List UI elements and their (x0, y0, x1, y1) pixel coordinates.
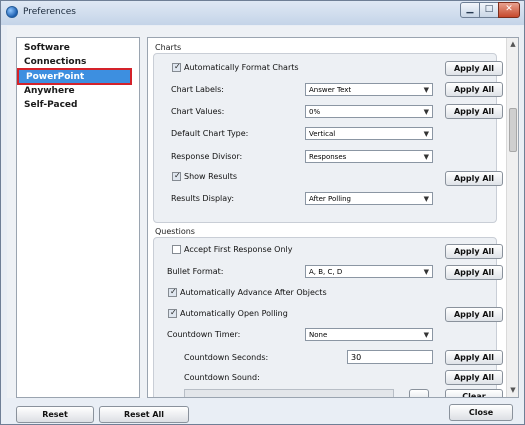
close-button[interactable]: Close (449, 404, 513, 421)
default-chart-type-value: Vertical (309, 130, 336, 138)
auto-open-checkbox[interactable] (168, 308, 177, 318)
reset-powerpoint-button[interactable]: Reset PowerPoint (16, 406, 94, 423)
response-divisor-label: Response Divisor: (171, 152, 243, 161)
bullet-format-select[interactable]: A, B, C, D ▼ (305, 265, 433, 278)
countdown-seconds-label: Countdown Seconds: (184, 353, 269, 362)
auto-format-label: Automatically Format Charts (184, 63, 299, 72)
results-display-label: Results Display: (171, 194, 235, 203)
chart-labels-value: Answer Text (309, 86, 352, 94)
results-display-select[interactable]: After Polling ▼ (305, 192, 433, 205)
chart-values-value: 0% (309, 108, 321, 116)
scroll-thumb[interactable] (509, 108, 517, 152)
apply-all-countdown-seconds-button[interactable]: Apply All (445, 350, 503, 365)
countdown-seconds-value: 30 (351, 353, 362, 362)
default-chart-type-select[interactable]: Vertical ▼ (305, 127, 433, 140)
countdown-timer-select[interactable]: None ▼ (305, 328, 433, 341)
window-title: Preferences (23, 7, 76, 17)
countdown-seconds-input[interactable]: 30 (347, 350, 433, 364)
scroll-up-icon[interactable]: ▲ (507, 38, 518, 50)
nav-item-self-paced[interactable]: Self-Paced (24, 100, 77, 110)
auto-format-checkbox[interactable] (172, 62, 181, 72)
accept-first-label: Accept First Response Only (184, 245, 293, 254)
apply-all-chart-labels-button[interactable]: Apply All (445, 82, 503, 97)
countdown-sound-label: Countdown Sound: (184, 373, 260, 382)
auto-open-label: Automatically Open Polling (180, 309, 288, 318)
apply-all-auto-open-button[interactable]: Apply All (445, 307, 503, 322)
questions-group: Accept First Response Only Apply All Bul… (153, 237, 503, 397)
chevron-down-icon: ▼ (423, 153, 429, 161)
response-divisor-select[interactable]: Responses ▼ (305, 150, 433, 163)
title-bar[interactable]: Preferences ▁ □ ✕ (1, 1, 524, 25)
close-window-button[interactable]: ✕ (498, 2, 520, 18)
chevron-down-icon: ▼ (423, 130, 429, 138)
show-results-checkbox[interactable] (172, 171, 181, 181)
charts-group: Automatically Format Charts Apply All Ch… (153, 53, 503, 223)
questions-section-title: Questions (155, 227, 195, 236)
apply-all-accept-first-button[interactable]: Apply All (445, 244, 503, 259)
auto-advance-label: Automatically Advance After Objects (180, 288, 327, 297)
app-globe-icon (6, 6, 18, 18)
accept-first-checkbox[interactable] (172, 245, 181, 254)
clear-sound-button[interactable]: Clear (445, 389, 503, 397)
nav-item-connections[interactable]: Connections (24, 57, 86, 67)
chart-values-select[interactable]: 0% ▼ (305, 105, 433, 118)
chart-labels-label: Chart Labels: (171, 85, 224, 94)
bullet-format-value: A, B, C, D (309, 268, 343, 276)
results-display-value: After Polling (309, 195, 352, 203)
countdown-timer-label: Countdown Timer: (167, 330, 241, 339)
bullet-format-label: Bullet Format: (167, 267, 224, 276)
settings-panel: Charts Automatically Format Charts Apply… (147, 37, 519, 398)
response-divisor-value: Responses (309, 153, 347, 161)
sound-file-field[interactable] (184, 389, 394, 397)
nav-item-software[interactable]: Software (24, 43, 70, 53)
nav-item-anywhere[interactable]: Anywhere (24, 86, 75, 96)
chevron-down-icon: ▼ (423, 195, 429, 203)
category-list: Software Connections PowerPoint Anywhere… (16, 37, 140, 398)
chevron-down-icon: ▼ (423, 86, 429, 94)
chevron-down-icon: ▼ (423, 268, 429, 276)
vertical-scrollbar[interactable]: ▲ ▼ (506, 38, 518, 397)
countdown-timer-value: None (309, 331, 328, 339)
show-results-label: Show Results (184, 172, 238, 181)
dialog-body: Software Connections PowerPoint Anywhere… (7, 26, 520, 398)
apply-all-show-results-button[interactable]: Apply All (445, 171, 503, 186)
reset-all-button[interactable]: Reset All (99, 406, 189, 423)
scroll-down-icon[interactable]: ▼ (507, 384, 518, 396)
apply-all-countdown-sound-button[interactable]: Apply All (445, 370, 503, 385)
apply-all-bullet-format-button[interactable]: Apply All (445, 265, 503, 280)
nav-item-powerpoint[interactable]: PowerPoint (17, 68, 132, 85)
minimize-button[interactable]: ▁ (460, 2, 480, 18)
auto-advance-checkbox[interactable] (168, 287, 177, 297)
chart-values-label: Chart Values: (171, 107, 225, 116)
charts-section-title: Charts (155, 43, 182, 52)
chevron-down-icon: ▼ (423, 331, 429, 339)
maximize-button[interactable]: □ (479, 2, 499, 18)
apply-all-chart-values-button[interactable]: Apply All (445, 104, 503, 119)
preferences-window: Preferences ▁ □ ✕ Software Connections P… (0, 0, 525, 425)
browse-sound-button[interactable] (409, 389, 429, 397)
chevron-down-icon: ▼ (423, 108, 429, 116)
apply-all-auto-format-button[interactable]: Apply All (445, 61, 503, 76)
chart-labels-select[interactable]: Answer Text ▼ (305, 83, 433, 96)
default-chart-type-label: Default Chart Type: (171, 129, 249, 138)
